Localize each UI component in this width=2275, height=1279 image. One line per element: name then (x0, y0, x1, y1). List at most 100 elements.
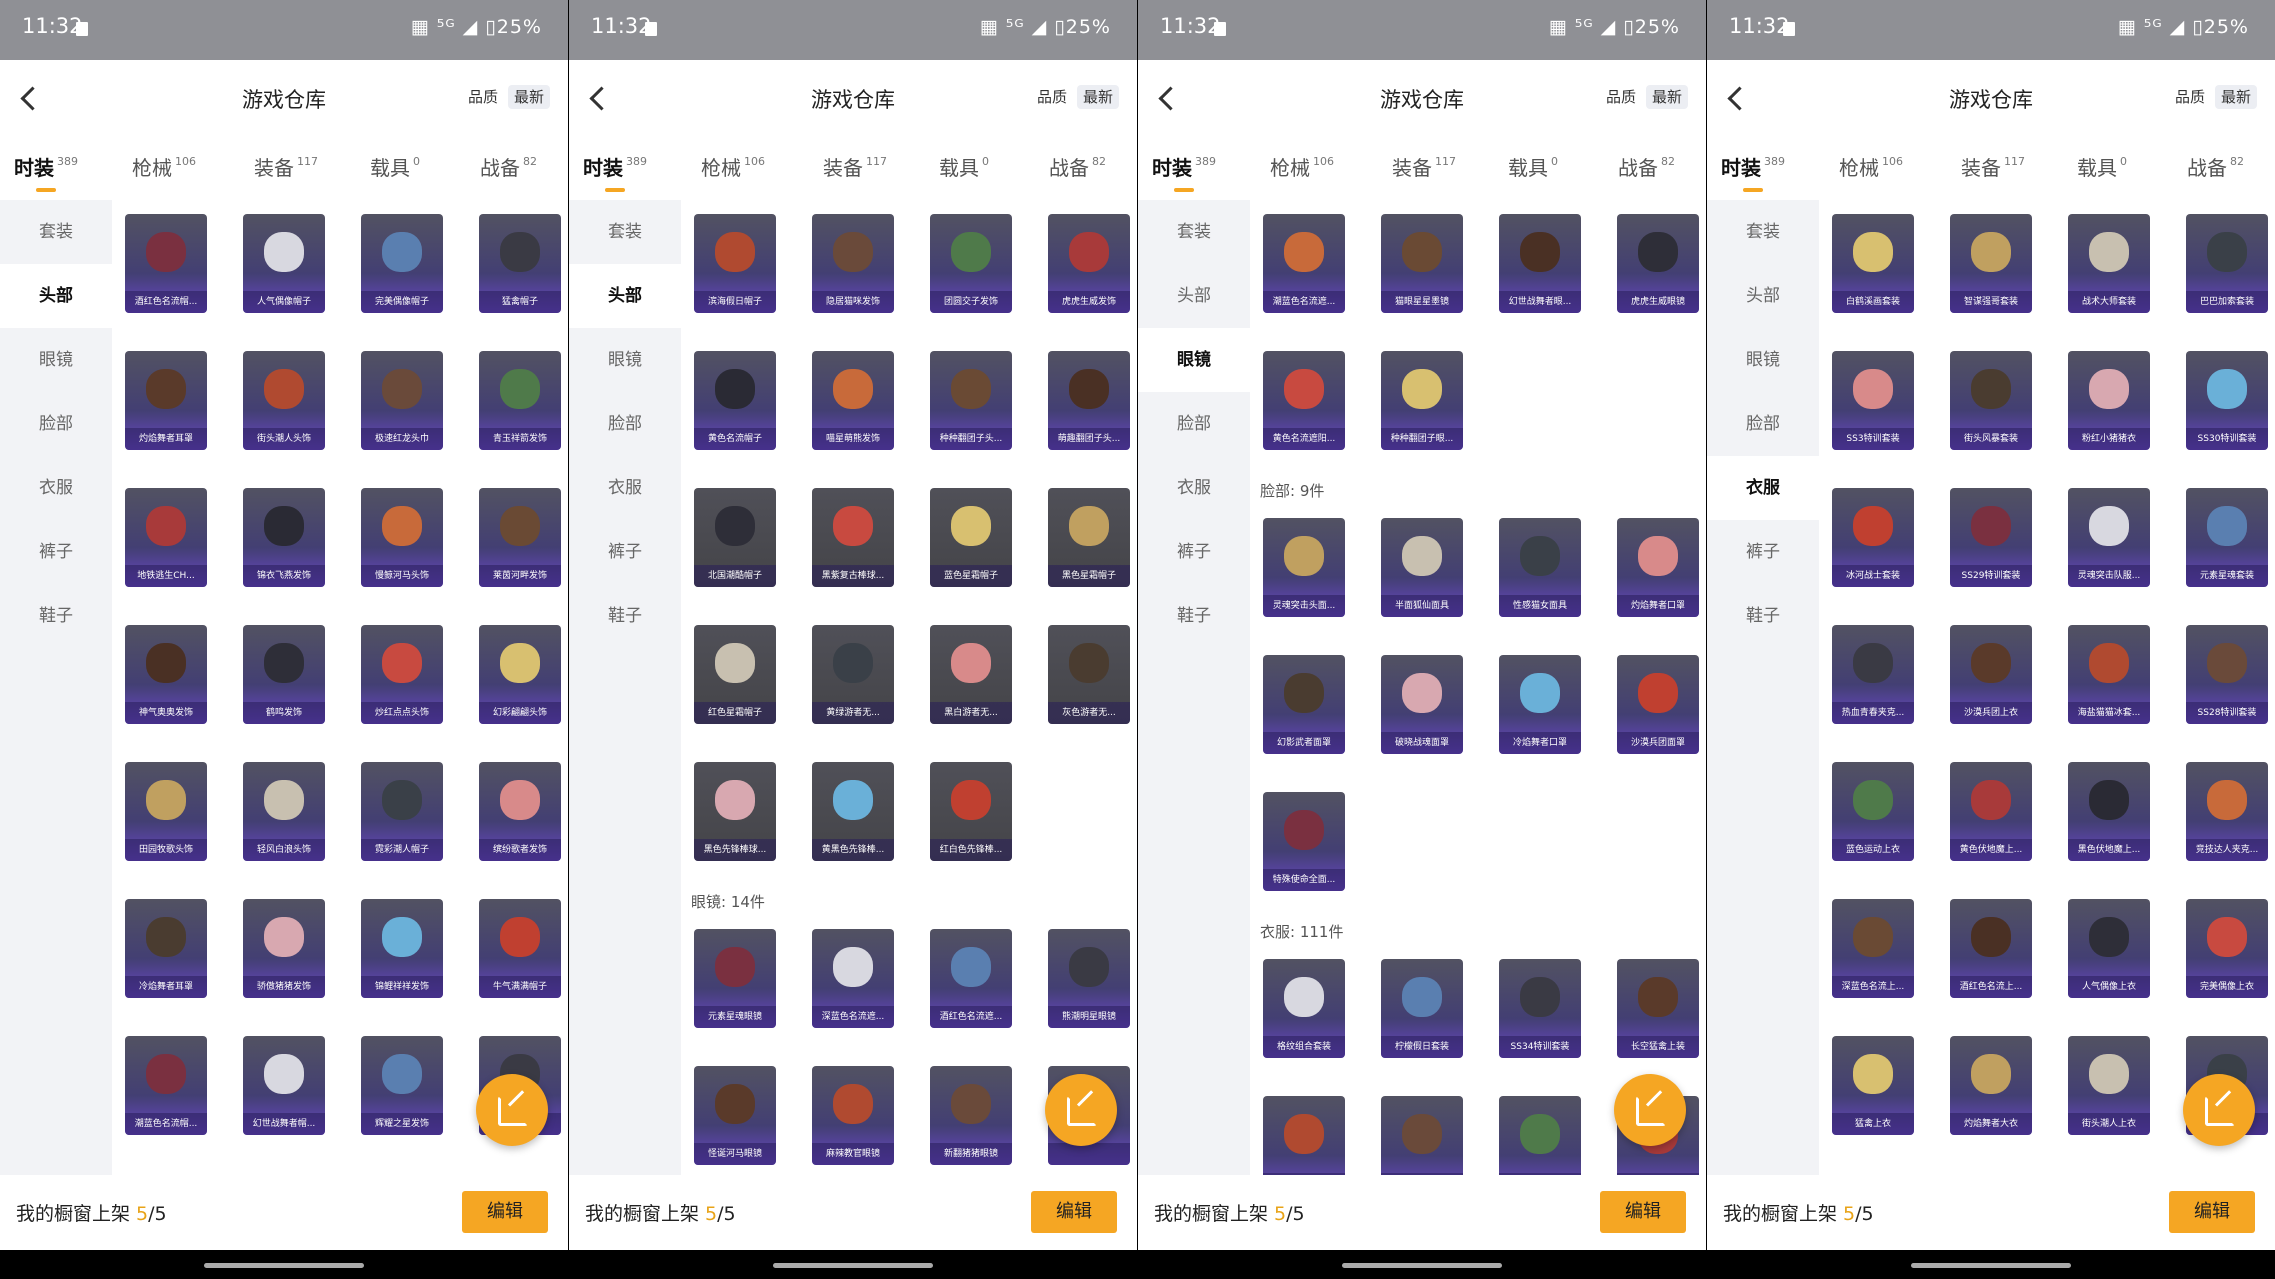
item-card[interactable]: 潮蓝色名流遮... (1263, 214, 1345, 313)
item-card[interactable]: SS32特训套装 (1499, 1096, 1581, 1175)
item-card[interactable]: 灰色游者无... (1048, 625, 1130, 724)
tab-4[interactable]: 战备 82 (480, 152, 537, 181)
home-indicator[interactable] (1342, 1263, 1502, 1268)
item-card[interactable]: 战术大师套装 (2068, 214, 2150, 313)
sidebar-item[interactable]: 衣服 (1138, 456, 1250, 520)
item-card[interactable]: SS30特训套装 (2186, 351, 2268, 450)
item-card[interactable]: 缤纷歌者发饰 (479, 762, 561, 861)
sidebar-item[interactable]: 眼镜 (1138, 328, 1250, 392)
item-card[interactable]: 骄傲猪猪发饰 (243, 899, 325, 998)
sidebar-item[interactable]: 头部 (0, 264, 112, 328)
sort-latest-button[interactable]: 最新 (2214, 85, 2257, 109)
item-card[interactable]: 青玉祥箭发饰 (479, 351, 561, 450)
sort-quality-button[interactable]: 品质 (1037, 88, 1067, 106)
sidebar-item[interactable]: 眼镜 (0, 328, 112, 392)
item-card[interactable]: 牛气满满帽子 (479, 899, 561, 998)
item-card[interactable]: 新翻猪猪眼镜 (930, 1066, 1012, 1165)
item-card[interactable]: 沙漠兵团面罩 (1617, 655, 1699, 754)
tab-3[interactable]: 载具 0 (2077, 152, 2127, 181)
tab-1[interactable]: 枪械 106 (132, 152, 196, 181)
home-indicator[interactable] (1911, 1263, 2071, 1268)
item-card[interactable]: 猫眼星星墨镜 (1381, 214, 1463, 313)
sort-quality-button[interactable]: 品质 (1606, 88, 1636, 106)
item-card[interactable]: 竞技名士外套 (1263, 1096, 1345, 1175)
item-card[interactable]: 巴巴加索套装 (2186, 214, 2268, 313)
sort-quality-button[interactable]: 品质 (2175, 88, 2205, 106)
item-card[interactable]: 黄色名流帽子 (694, 351, 776, 450)
item-card[interactable]: 街头潮人头饰 (243, 351, 325, 450)
tab-2[interactable]: 装备 117 (1961, 152, 2025, 181)
sidebar-item[interactable]: 套装 (0, 200, 112, 264)
item-card[interactable]: SS33特训套装 (1381, 1096, 1463, 1175)
item-card[interactable]: SS29特训套装 (1950, 488, 2032, 587)
item-card[interactable]: 潮蓝色名流帽... (125, 1036, 207, 1135)
item-card[interactable]: 灵魂突击头面... (1263, 518, 1345, 617)
item-card[interactable]: 猛禽帽子 (479, 214, 561, 313)
item-card[interactable]: 锦衣飞燕发饰 (243, 488, 325, 587)
item-card[interactable]: 完美偶像帽子 (361, 214, 443, 313)
tab-0[interactable]: 时装 389 (583, 152, 647, 192)
sidebar-item[interactable]: 鞋子 (569, 584, 681, 648)
item-card[interactable]: 街头潮人上衣 (2068, 1036, 2150, 1135)
item-card[interactable]: 团圆交子发饰 (930, 214, 1012, 313)
item-card[interactable]: 红白色先锋棒... (930, 762, 1012, 861)
sidebar-item[interactable]: 衣服 (1707, 456, 1819, 520)
sort-latest-button[interactable]: 最新 (1645, 85, 1688, 109)
item-card[interactable]: 柠檬假日套装 (1381, 959, 1463, 1058)
item-card[interactable]: 极速红龙头巾 (361, 351, 443, 450)
sidebar-item[interactable]: 脸部 (1138, 392, 1250, 456)
sidebar-item[interactable]: 头部 (1707, 264, 1819, 328)
item-card[interactable]: 海盐猫猫冰套... (2068, 625, 2150, 724)
sort-latest-button[interactable]: 最新 (507, 85, 550, 109)
item-card[interactable]: 热血青春夹克... (1832, 625, 1914, 724)
sidebar-item[interactable]: 套装 (1707, 200, 1819, 264)
share-fab-icon[interactable] (1614, 1074, 1686, 1146)
item-card[interactable]: 蓝色星霜帽子 (930, 488, 1012, 587)
tab-4[interactable]: 战备 82 (2187, 152, 2244, 181)
sidebar-item[interactable]: 眼镜 (1707, 328, 1819, 392)
item-card[interactable]: SS3特训套装 (1832, 351, 1914, 450)
item-card[interactable]: 元素星魂套装 (2186, 488, 2268, 587)
tab-4[interactable]: 战备 82 (1049, 152, 1106, 181)
item-card[interactable]: 猛禽上衣 (1832, 1036, 1914, 1135)
sidebar-item[interactable]: 脸部 (0, 392, 112, 456)
sidebar-item[interactable]: 头部 (1138, 264, 1250, 328)
sidebar-item[interactable]: 脸部 (569, 392, 681, 456)
item-card[interactable]: 黄黑色先锋棒... (812, 762, 894, 861)
item-card[interactable]: 竞技达人夹克... (2186, 762, 2268, 861)
edit-button[interactable]: 编辑 (2169, 1191, 2255, 1233)
item-card[interactable]: SS34特训套装 (1499, 959, 1581, 1058)
item-card[interactable]: 霓彩潮人帽子 (361, 762, 443, 861)
edit-button[interactable]: 编辑 (462, 1191, 548, 1233)
item-card[interactable]: 完美偶像上衣 (2186, 899, 2268, 998)
sidebar-item[interactable]: 鞋子 (1138, 584, 1250, 648)
sidebar-item[interactable]: 裤子 (569, 520, 681, 584)
item-card[interactable]: 人气偶像帽子 (243, 214, 325, 313)
tab-2[interactable]: 装备 117 (1392, 152, 1456, 181)
edit-button[interactable]: 编辑 (1600, 1191, 1686, 1233)
sort-latest-button[interactable]: 最新 (1076, 85, 1119, 109)
share-fab-icon[interactable] (2183, 1074, 2255, 1146)
sort-quality-button[interactable]: 品质 (468, 88, 498, 106)
item-card[interactable]: 元素星魂眼镜 (694, 929, 776, 1028)
item-card[interactable]: 深蓝色名流上... (1832, 899, 1914, 998)
item-card[interactable]: 破晓战魂面罩 (1381, 655, 1463, 754)
sidebar-item[interactable]: 衣服 (569, 456, 681, 520)
item-card[interactable]: 幻影武者面罩 (1263, 655, 1345, 754)
item-card[interactable]: 灼焰舞者口罩 (1617, 518, 1699, 617)
sidebar-item[interactable]: 鞋子 (1707, 584, 1819, 648)
home-indicator[interactable] (773, 1263, 933, 1268)
item-card[interactable]: 虎虎生威发饰 (1048, 214, 1130, 313)
item-card[interactable]: 黄色伏地魔上... (1950, 762, 2032, 861)
sidebar-item[interactable]: 头部 (569, 264, 681, 328)
tab-4[interactable]: 战备 82 (1618, 152, 1675, 181)
item-card[interactable]: 深蓝色名流遮... (812, 929, 894, 1028)
tab-3[interactable]: 载具 0 (1508, 152, 1558, 181)
sidebar-item[interactable]: 套装 (1138, 200, 1250, 264)
item-card[interactable]: 红色星霜帽子 (694, 625, 776, 724)
tab-0[interactable]: 时装 389 (1152, 152, 1216, 192)
item-card[interactable]: 怪诞河马眼镜 (694, 1066, 776, 1165)
item-card[interactable]: 种种翻团子眼... (1381, 351, 1463, 450)
item-card[interactable]: 辉耀之星发饰 (361, 1036, 443, 1135)
item-card[interactable]: 北国潮酷帽子 (694, 488, 776, 587)
